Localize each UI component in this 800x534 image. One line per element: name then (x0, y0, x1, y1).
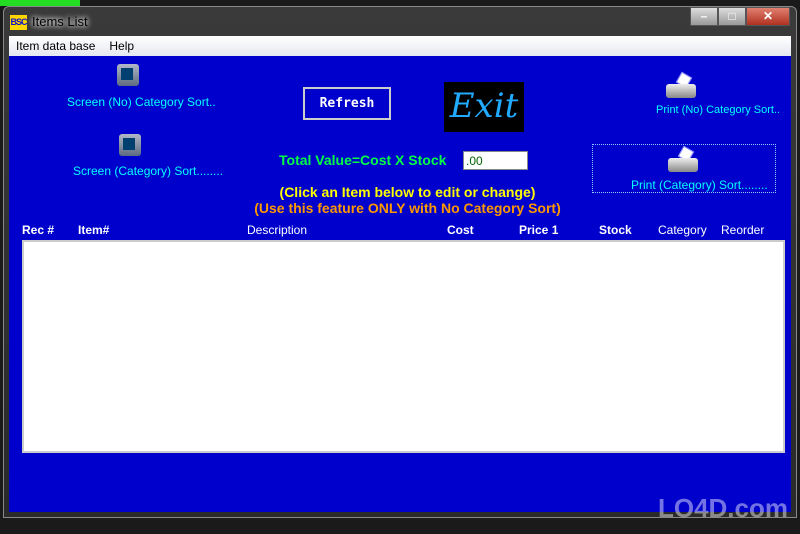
client-area: Screen (No) Category Sort.. Screen (Cate… (9, 56, 791, 512)
close-button[interactable]: ✕ (746, 7, 790, 26)
column-header-stock: Stock (599, 223, 632, 237)
screen-category-sort-label: Screen (Category) Sort........ (73, 164, 224, 178)
printer-icon (666, 71, 696, 98)
minimize-button[interactable]: – (690, 7, 718, 26)
column-header-description: Description (247, 223, 308, 237)
column-header-price1: Price 1 (519, 223, 559, 237)
items-list-window: BSC Items List – □ ✕ Item data base Help… (3, 6, 797, 518)
watermark-logo: LO4D.com (657, 493, 788, 523)
column-header-cost: Cost (447, 223, 474, 237)
monitor-icon (119, 134, 141, 156)
click-item-hint: (Click an Item below to edit or change) (279, 184, 536, 200)
menu-bar: Item data base Help (9, 36, 791, 56)
no-category-sort-hint: (Use this feature ONLY with No Category … (254, 200, 561, 216)
exit-button[interactable]: Exit (444, 82, 524, 132)
refresh-button[interactable]: Refresh (303, 87, 391, 120)
app-icon: BSC (10, 15, 28, 30)
total-value-label: Total Value=Cost X Stock (279, 152, 447, 168)
title-bar[interactable]: BSC Items List – □ ✕ (4, 7, 796, 35)
column-header-item: Item# (78, 223, 110, 237)
screen-no-category-sort-label: Screen (No) Category Sort.. (67, 95, 216, 109)
menu-help[interactable]: Help (102, 36, 141, 56)
menu-item-data-base[interactable]: Item data base (9, 36, 102, 56)
monitor-icon (117, 64, 139, 86)
maximize-button[interactable]: □ (718, 7, 746, 26)
column-header-rec: Rec # (22, 223, 55, 237)
column-header-category: Category (658, 223, 707, 237)
column-header-reorder: Reorder (721, 223, 765, 237)
printer-icon (668, 145, 698, 172)
total-value-field[interactable]: .00 (463, 151, 528, 170)
print-no-category-sort-label: Print (No) Category Sort.. (656, 104, 781, 116)
window-title: Items List (32, 14, 88, 29)
items-list[interactable] (22, 240, 785, 453)
